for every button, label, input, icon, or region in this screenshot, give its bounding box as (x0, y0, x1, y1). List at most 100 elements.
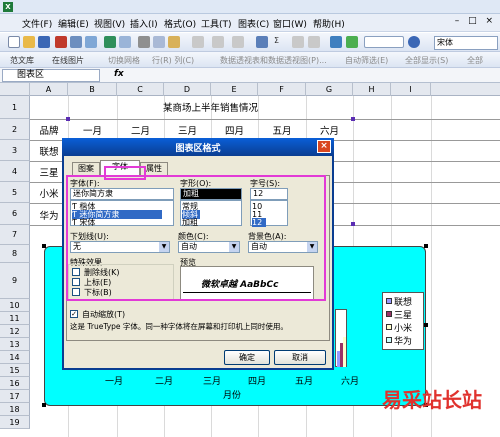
row-header[interactable]: 6 (0, 203, 30, 225)
sheet-title[interactable]: 某商场上半年销售情况 (68, 100, 353, 114)
row-header[interactable]: 16 (0, 377, 30, 390)
paste-icon[interactable] (168, 36, 180, 48)
header-cell-brand[interactable]: 品牌 (30, 123, 68, 137)
chart-handle[interactable] (424, 244, 428, 248)
toolbar-all[interactable]: 全部 (467, 55, 483, 66)
print-icon[interactable] (70, 36, 82, 48)
chart-handle[interactable] (42, 403, 46, 407)
header-cell-month[interactable]: 四月 (211, 123, 258, 137)
web-toolbar: 范文库 在线图片 切换网格 行(R) 列(C) 数据透视表和数据透视图(P)..… (0, 52, 500, 68)
header-cell-month[interactable]: 六月 (306, 123, 353, 137)
row-header[interactable]: 12 (0, 325, 30, 338)
menu-insert[interactable]: 插入(I) (130, 17, 158, 30)
header-cell-month[interactable]: 一月 (68, 123, 117, 137)
toolbar-link-fanwenku[interactable]: 范文库 (10, 55, 34, 66)
chart-bar[interactable] (343, 337, 346, 367)
column-header[interactable]: E (211, 83, 258, 96)
row-header[interactable]: 9 (0, 263, 30, 299)
research-icon[interactable] (119, 36, 131, 48)
sort-asc-icon[interactable] (292, 36, 304, 48)
preview-icon[interactable] (85, 36, 97, 48)
menu-chart[interactable]: 图表(C) (238, 17, 269, 30)
column-header[interactable]: G (306, 83, 353, 96)
chart-handle[interactable] (42, 244, 46, 248)
toolbar-link-online-image[interactable]: 在线图片 (52, 55, 84, 66)
row-header[interactable]: 3 (0, 140, 30, 161)
autoscale-checkbox[interactable]: ✓ (70, 310, 78, 318)
row-header[interactable]: 5 (0, 182, 30, 203)
row-header[interactable]: 19 (0, 416, 30, 429)
header-cell-month[interactable]: 三月 (164, 123, 211, 137)
menu-view[interactable]: 视图(V) (94, 17, 125, 30)
row-header[interactable]: 7 (0, 225, 30, 245)
hyperlink-icon[interactable] (256, 36, 268, 48)
chart-handle[interactable] (424, 323, 428, 327)
column-header[interactable]: F (258, 83, 306, 96)
fx-icon[interactable]: fx (114, 69, 124, 79)
font-name-select[interactable]: 宋体 (434, 36, 498, 50)
column-header[interactable]: I (391, 83, 431, 96)
copy-icon[interactable] (153, 36, 165, 48)
menu-tools[interactable]: 工具(T) (201, 17, 232, 30)
header-cell-month[interactable]: 五月 (258, 123, 306, 137)
row-header[interactable]: 18 (0, 403, 30, 416)
truetype-note: 这是 TrueType 字体。同一种字体将在屏幕和打印机上同时使用。 (70, 322, 288, 331)
row-header[interactable]: 8 (0, 245, 30, 263)
toolbar-toggle-grid[interactable]: 切换网格 (108, 55, 140, 66)
select-all-corner[interactable] (0, 83, 30, 96)
row-header[interactable]: 17 (0, 390, 30, 403)
dialog-title-bar[interactable]: 图表区格式 × (62, 138, 334, 156)
menu-edit[interactable]: 编辑(E) (58, 17, 89, 30)
toolbar-show-all[interactable]: 全部显示(S) (405, 55, 448, 66)
column-header[interactable]: D (164, 83, 211, 96)
chart-legend[interactable]: 联想 三星 小米 华为 (382, 292, 424, 350)
new-icon[interactable] (8, 36, 20, 48)
row-header[interactable]: 1 (0, 96, 30, 119)
row-header[interactable]: 13 (0, 338, 30, 351)
save-icon[interactable] (38, 36, 50, 48)
legend-label: 三星 (394, 311, 413, 321)
window-controls[interactable]: – □ × (455, 16, 496, 26)
range-handle[interactable] (66, 117, 70, 121)
x-tick-label: 一月 (105, 377, 124, 387)
zoom-select[interactable] (364, 36, 404, 48)
permission-icon[interactable] (55, 36, 67, 48)
format-painter-icon[interactable] (192, 36, 204, 48)
menu-file[interactable]: 文件(F) (22, 17, 52, 30)
x-axis-title[interactable]: 月份 (223, 388, 241, 401)
row-header[interactable]: 15 (0, 364, 30, 377)
menu-window[interactable]: 窗口(W) (273, 17, 307, 30)
header-cell-month[interactable]: 二月 (117, 123, 164, 137)
cut-icon[interactable] (138, 36, 150, 48)
row-header[interactable]: 4 (0, 161, 30, 182)
close-icon[interactable]: × (317, 140, 331, 153)
column-header[interactable]: H (353, 83, 391, 96)
row-header[interactable]: 14 (0, 351, 30, 364)
range-handle[interactable] (351, 222, 355, 226)
redo-icon[interactable] (232, 36, 244, 48)
menu-format[interactable]: 格式(O) (164, 17, 196, 30)
name-box[interactable]: 图表区 (2, 69, 100, 82)
toolbar-row-col[interactable]: 行(R) 列(C) (152, 55, 194, 66)
column-header[interactable]: A (30, 83, 68, 96)
undo-icon[interactable] (212, 36, 224, 48)
column-header[interactable]: C (117, 83, 164, 96)
row-header[interactable]: 11 (0, 312, 30, 325)
row-header[interactable]: 2 (0, 119, 30, 140)
sort-desc-icon[interactable] (308, 36, 320, 48)
open-icon[interactable] (23, 36, 35, 48)
spelling-icon[interactable] (104, 36, 116, 48)
tab-patterns[interactable]: 图案 (72, 162, 100, 175)
cancel-button[interactable]: 取消 (274, 350, 326, 365)
menu-help[interactable]: 帮助(H) (313, 17, 345, 30)
drawing-icon[interactable] (346, 36, 358, 48)
ok-button[interactable]: 确定 (224, 350, 270, 365)
chart-wizard-icon[interactable] (330, 36, 342, 48)
toolbar-autofilter[interactable]: 自动筛选(E) (345, 55, 388, 66)
column-header[interactable]: B (68, 83, 117, 96)
range-handle[interactable] (351, 117, 355, 121)
row-header[interactable]: 10 (0, 299, 30, 312)
toolbar-pivot[interactable]: 数据透视表和数据透视图(P)... (220, 55, 327, 66)
autosum-icon[interactable]: Σ (274, 36, 279, 45)
help-icon[interactable] (408, 36, 420, 48)
